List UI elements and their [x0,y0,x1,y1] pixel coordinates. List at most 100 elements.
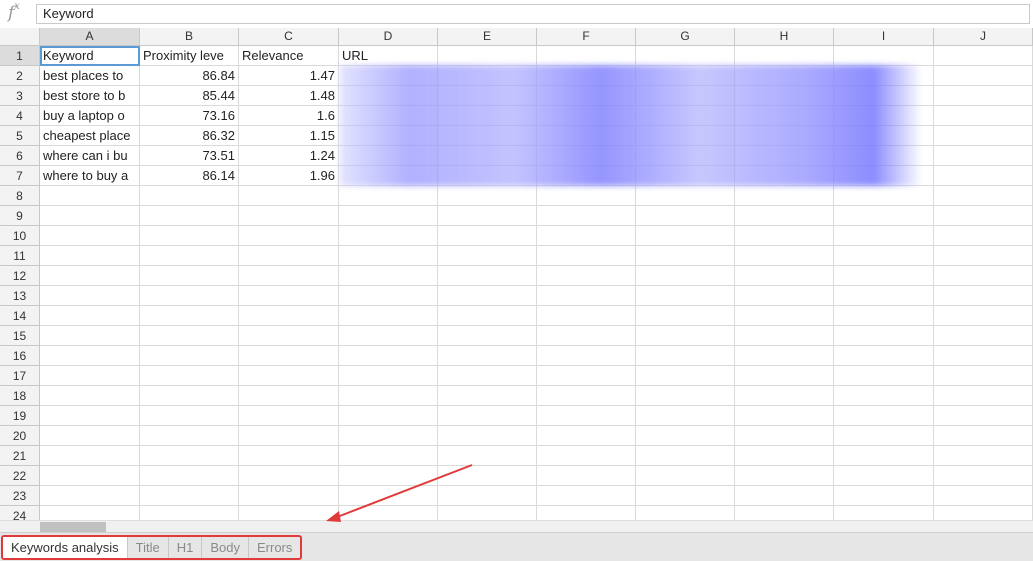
cell-j11[interactable] [934,246,1033,266]
cell-b10[interactable] [140,226,239,246]
select-all-corner[interactable] [0,28,40,46]
cell-d12[interactable] [339,266,438,286]
cell-e8[interactable] [438,186,537,206]
cell-j1[interactable] [934,46,1033,66]
cell-f21[interactable] [537,446,636,466]
column-header-d[interactable]: D [339,28,438,46]
cell-g14[interactable] [636,306,735,326]
row-header-24[interactable]: 24 [0,506,40,520]
column-header-i[interactable]: I [834,28,934,46]
cell-a8[interactable] [40,186,140,206]
cell-i8[interactable] [834,186,934,206]
cell-d15[interactable] [339,326,438,346]
cell-c7[interactable]: 1.96 [239,166,339,186]
cell-i15[interactable] [834,326,934,346]
cell-i10[interactable] [834,226,934,246]
cell-a23[interactable] [40,486,140,506]
cell-c15[interactable] [239,326,339,346]
cell-g16[interactable] [636,346,735,366]
cell-h13[interactable] [735,286,834,306]
cell-g11[interactable] [636,246,735,266]
cell-a17[interactable] [40,366,140,386]
cell-b22[interactable] [140,466,239,486]
cell-b12[interactable] [140,266,239,286]
row-header-10[interactable]: 10 [0,226,40,246]
cell-c21[interactable] [239,446,339,466]
row-header-8[interactable]: 8 [0,186,40,206]
cell-a15[interactable] [40,326,140,346]
cell-f17[interactable] [537,366,636,386]
cell-e23[interactable] [438,486,537,506]
cell-c8[interactable] [239,186,339,206]
cell-a5[interactable]: cheapest place [40,126,140,146]
cell-g12[interactable] [636,266,735,286]
row-header-23[interactable]: 23 [0,486,40,506]
cell-d19[interactable] [339,406,438,426]
cell-c9[interactable] [239,206,339,226]
cell-h9[interactable] [735,206,834,226]
cell-f11[interactable] [537,246,636,266]
cell-b15[interactable] [140,326,239,346]
cell-a3[interactable]: best store to b [40,86,140,106]
sheet-tab-errors[interactable]: Errors [249,537,300,558]
cell-b7[interactable]: 86.14 [140,166,239,186]
cell-d17[interactable] [339,366,438,386]
cell-g21[interactable] [636,446,735,466]
cell-d11[interactable] [339,246,438,266]
cell-b1[interactable]: Proximity leve [140,46,239,66]
cell-h8[interactable] [735,186,834,206]
cell-a4[interactable]: buy a laptop o [40,106,140,126]
cell-j18[interactable] [934,386,1033,406]
cell-e9[interactable] [438,206,537,226]
cell-a16[interactable] [40,346,140,366]
cell-h1[interactable] [735,46,834,66]
cell-c19[interactable] [239,406,339,426]
cell-b14[interactable] [140,306,239,326]
cell-a11[interactable] [40,246,140,266]
row-header-1[interactable]: 1 [0,46,40,66]
cell-i17[interactable] [834,366,934,386]
cell-a24[interactable] [40,506,140,520]
column-header-e[interactable]: E [438,28,537,46]
cell-f19[interactable] [537,406,636,426]
cell-a9[interactable] [40,206,140,226]
cell-j6[interactable] [934,146,1033,166]
cell-b8[interactable] [140,186,239,206]
cell-d18[interactable] [339,386,438,406]
row-header-14[interactable]: 14 [0,306,40,326]
cell-e13[interactable] [438,286,537,306]
cell-h17[interactable] [735,366,834,386]
row-header-11[interactable]: 11 [0,246,40,266]
cell-j21[interactable] [934,446,1033,466]
cell-f16[interactable] [537,346,636,366]
cell-a2[interactable]: best places to [40,66,140,86]
cell-a10[interactable] [40,226,140,246]
cell-e19[interactable] [438,406,537,426]
cell-g17[interactable] [636,366,735,386]
cell-g23[interactable] [636,486,735,506]
cell-f1[interactable] [537,46,636,66]
cell-e22[interactable] [438,466,537,486]
cell-f24[interactable] [537,506,636,520]
cell-b2[interactable]: 86.84 [140,66,239,86]
cell-g13[interactable] [636,286,735,306]
cell-e10[interactable] [438,226,537,246]
cell-b24[interactable] [140,506,239,520]
cell-f22[interactable] [537,466,636,486]
cell-c14[interactable] [239,306,339,326]
cell-a14[interactable] [40,306,140,326]
row-header-6[interactable]: 6 [0,146,40,166]
cell-e12[interactable] [438,266,537,286]
cell-f9[interactable] [537,206,636,226]
cell-j4[interactable] [934,106,1033,126]
cell-b3[interactable]: 85.44 [140,86,239,106]
cell-h20[interactable] [735,426,834,446]
row-header-9[interactable]: 9 [0,206,40,226]
cell-d16[interactable] [339,346,438,366]
cell-b4[interactable]: 73.16 [140,106,239,126]
cell-j14[interactable] [934,306,1033,326]
cell-d21[interactable] [339,446,438,466]
cell-d14[interactable] [339,306,438,326]
cell-a7[interactable]: where to buy a [40,166,140,186]
cell-f20[interactable] [537,426,636,446]
